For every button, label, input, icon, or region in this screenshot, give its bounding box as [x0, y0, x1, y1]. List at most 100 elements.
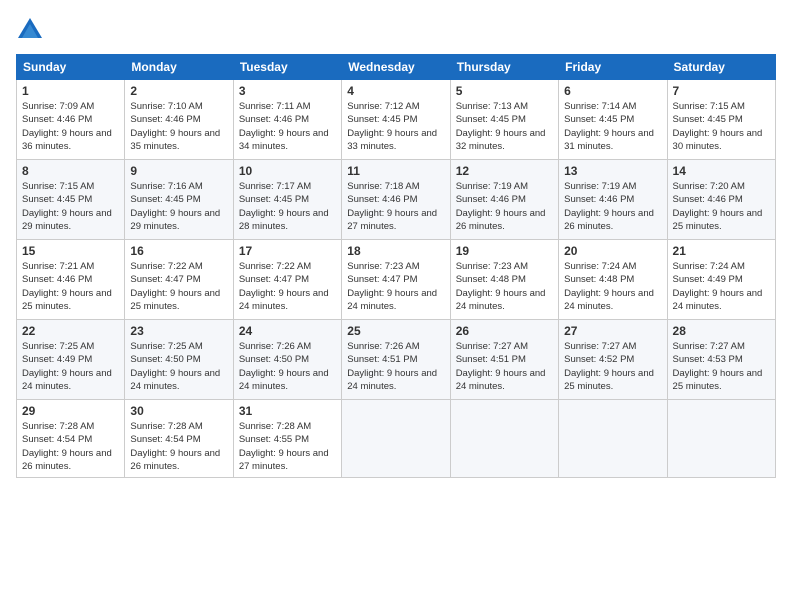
day-number: 30	[130, 404, 227, 418]
calendar-cell: 8 Sunrise: 7:15 AMSunset: 4:45 PMDayligh…	[17, 160, 125, 240]
day-info: Sunrise: 7:14 AMSunset: 4:45 PMDaylight:…	[564, 101, 654, 152]
calendar-cell: 26 Sunrise: 7:27 AMSunset: 4:51 PMDaylig…	[450, 320, 558, 400]
calendar-cell: 5 Sunrise: 7:13 AMSunset: 4:45 PMDayligh…	[450, 80, 558, 160]
day-info: Sunrise: 7:22 AMSunset: 4:47 PMDaylight:…	[130, 261, 220, 312]
calendar-cell: 25 Sunrise: 7:26 AMSunset: 4:51 PMDaylig…	[342, 320, 450, 400]
day-number: 15	[22, 244, 119, 258]
header	[16, 16, 776, 44]
day-number: 9	[130, 164, 227, 178]
day-info: Sunrise: 7:25 AMSunset: 4:50 PMDaylight:…	[130, 341, 220, 392]
day-number: 21	[673, 244, 770, 258]
day-number: 12	[456, 164, 553, 178]
day-number: 25	[347, 324, 444, 338]
day-number: 11	[347, 164, 444, 178]
day-info: Sunrise: 7:19 AMSunset: 4:46 PMDaylight:…	[456, 181, 546, 232]
day-info: Sunrise: 7:16 AMSunset: 4:45 PMDaylight:…	[130, 181, 220, 232]
logo	[16, 16, 48, 44]
day-number: 7	[673, 84, 770, 98]
calendar-cell: 13 Sunrise: 7:19 AMSunset: 4:46 PMDaylig…	[559, 160, 667, 240]
day-number: 8	[22, 164, 119, 178]
day-number: 26	[456, 324, 553, 338]
calendar-cell: 1 Sunrise: 7:09 AMSunset: 4:46 PMDayligh…	[17, 80, 125, 160]
day-info: Sunrise: 7:28 AMSunset: 4:54 PMDaylight:…	[130, 421, 220, 472]
calendar-cell: 28 Sunrise: 7:27 AMSunset: 4:53 PMDaylig…	[667, 320, 775, 400]
day-number: 19	[456, 244, 553, 258]
day-info: Sunrise: 7:24 AMSunset: 4:49 PMDaylight:…	[673, 261, 763, 312]
calendar-cell: 14 Sunrise: 7:20 AMSunset: 4:46 PMDaylig…	[667, 160, 775, 240]
day-info: Sunrise: 7:28 AMSunset: 4:54 PMDaylight:…	[22, 421, 112, 472]
day-info: Sunrise: 7:24 AMSunset: 4:48 PMDaylight:…	[564, 261, 654, 312]
calendar-cell: 2 Sunrise: 7:10 AMSunset: 4:46 PMDayligh…	[125, 80, 233, 160]
day-number: 17	[239, 244, 336, 258]
day-number: 28	[673, 324, 770, 338]
calendar-week-5: 29 Sunrise: 7:28 AMSunset: 4:54 PMDaylig…	[17, 400, 776, 478]
calendar-cell: 22 Sunrise: 7:25 AMSunset: 4:49 PMDaylig…	[17, 320, 125, 400]
day-info: Sunrise: 7:22 AMSunset: 4:47 PMDaylight:…	[239, 261, 329, 312]
day-info: Sunrise: 7:15 AMSunset: 4:45 PMDaylight:…	[673, 101, 763, 152]
calendar-cell	[559, 400, 667, 478]
day-info: Sunrise: 7:20 AMSunset: 4:46 PMDaylight:…	[673, 181, 763, 232]
day-number: 4	[347, 84, 444, 98]
day-info: Sunrise: 7:28 AMSunset: 4:55 PMDaylight:…	[239, 421, 329, 472]
calendar-cell: 23 Sunrise: 7:25 AMSunset: 4:50 PMDaylig…	[125, 320, 233, 400]
calendar-table: SundayMondayTuesdayWednesdayThursdayFrid…	[16, 54, 776, 478]
day-number: 31	[239, 404, 336, 418]
day-number: 29	[22, 404, 119, 418]
calendar-cell: 19 Sunrise: 7:23 AMSunset: 4:48 PMDaylig…	[450, 240, 558, 320]
calendar-header-row: SundayMondayTuesdayWednesdayThursdayFrid…	[17, 55, 776, 80]
calendar-cell: 24 Sunrise: 7:26 AMSunset: 4:50 PMDaylig…	[233, 320, 341, 400]
day-number: 20	[564, 244, 661, 258]
calendar-cell: 3 Sunrise: 7:11 AMSunset: 4:46 PMDayligh…	[233, 80, 341, 160]
calendar-cell: 17 Sunrise: 7:22 AMSunset: 4:47 PMDaylig…	[233, 240, 341, 320]
day-info: Sunrise: 7:25 AMSunset: 4:49 PMDaylight:…	[22, 341, 112, 392]
calendar-cell: 9 Sunrise: 7:16 AMSunset: 4:45 PMDayligh…	[125, 160, 233, 240]
calendar-cell: 30 Sunrise: 7:28 AMSunset: 4:54 PMDaylig…	[125, 400, 233, 478]
day-info: Sunrise: 7:09 AMSunset: 4:46 PMDaylight:…	[22, 101, 112, 152]
day-info: Sunrise: 7:26 AMSunset: 4:50 PMDaylight:…	[239, 341, 329, 392]
day-number: 10	[239, 164, 336, 178]
day-number: 16	[130, 244, 227, 258]
day-info: Sunrise: 7:26 AMSunset: 4:51 PMDaylight:…	[347, 341, 437, 392]
day-number: 22	[22, 324, 119, 338]
calendar-cell: 4 Sunrise: 7:12 AMSunset: 4:45 PMDayligh…	[342, 80, 450, 160]
day-info: Sunrise: 7:19 AMSunset: 4:46 PMDaylight:…	[564, 181, 654, 232]
calendar-week-2: 8 Sunrise: 7:15 AMSunset: 4:45 PMDayligh…	[17, 160, 776, 240]
calendar-header-thursday: Thursday	[450, 55, 558, 80]
calendar-header-tuesday: Tuesday	[233, 55, 341, 80]
day-number: 5	[456, 84, 553, 98]
calendar-header-sunday: Sunday	[17, 55, 125, 80]
day-number: 27	[564, 324, 661, 338]
calendar-cell: 20 Sunrise: 7:24 AMSunset: 4:48 PMDaylig…	[559, 240, 667, 320]
calendar-cell: 6 Sunrise: 7:14 AMSunset: 4:45 PMDayligh…	[559, 80, 667, 160]
calendar-week-1: 1 Sunrise: 7:09 AMSunset: 4:46 PMDayligh…	[17, 80, 776, 160]
calendar-cell	[667, 400, 775, 478]
day-info: Sunrise: 7:21 AMSunset: 4:46 PMDaylight:…	[22, 261, 112, 312]
day-info: Sunrise: 7:27 AMSunset: 4:51 PMDaylight:…	[456, 341, 546, 392]
calendar-cell	[450, 400, 558, 478]
day-number: 6	[564, 84, 661, 98]
calendar-cell: 31 Sunrise: 7:28 AMSunset: 4:55 PMDaylig…	[233, 400, 341, 478]
calendar-cell: 16 Sunrise: 7:22 AMSunset: 4:47 PMDaylig…	[125, 240, 233, 320]
calendar-header-saturday: Saturday	[667, 55, 775, 80]
day-number: 23	[130, 324, 227, 338]
calendar-header-wednesday: Wednesday	[342, 55, 450, 80]
calendar-cell: 18 Sunrise: 7:23 AMSunset: 4:47 PMDaylig…	[342, 240, 450, 320]
day-number: 18	[347, 244, 444, 258]
calendar-cell: 10 Sunrise: 7:17 AMSunset: 4:45 PMDaylig…	[233, 160, 341, 240]
calendar-cell: 27 Sunrise: 7:27 AMSunset: 4:52 PMDaylig…	[559, 320, 667, 400]
calendar-cell	[342, 400, 450, 478]
calendar-cell: 11 Sunrise: 7:18 AMSunset: 4:46 PMDaylig…	[342, 160, 450, 240]
day-info: Sunrise: 7:15 AMSunset: 4:45 PMDaylight:…	[22, 181, 112, 232]
main-container: SundayMondayTuesdayWednesdayThursdayFrid…	[0, 0, 792, 486]
day-number: 24	[239, 324, 336, 338]
calendar-cell: 7 Sunrise: 7:15 AMSunset: 4:45 PMDayligh…	[667, 80, 775, 160]
day-info: Sunrise: 7:23 AMSunset: 4:47 PMDaylight:…	[347, 261, 437, 312]
day-info: Sunrise: 7:27 AMSunset: 4:52 PMDaylight:…	[564, 341, 654, 392]
day-number: 13	[564, 164, 661, 178]
day-info: Sunrise: 7:18 AMSunset: 4:46 PMDaylight:…	[347, 181, 437, 232]
day-info: Sunrise: 7:10 AMSunset: 4:46 PMDaylight:…	[130, 101, 220, 152]
day-number: 2	[130, 84, 227, 98]
calendar-header-friday: Friday	[559, 55, 667, 80]
calendar-cell: 29 Sunrise: 7:28 AMSunset: 4:54 PMDaylig…	[17, 400, 125, 478]
day-number: 3	[239, 84, 336, 98]
